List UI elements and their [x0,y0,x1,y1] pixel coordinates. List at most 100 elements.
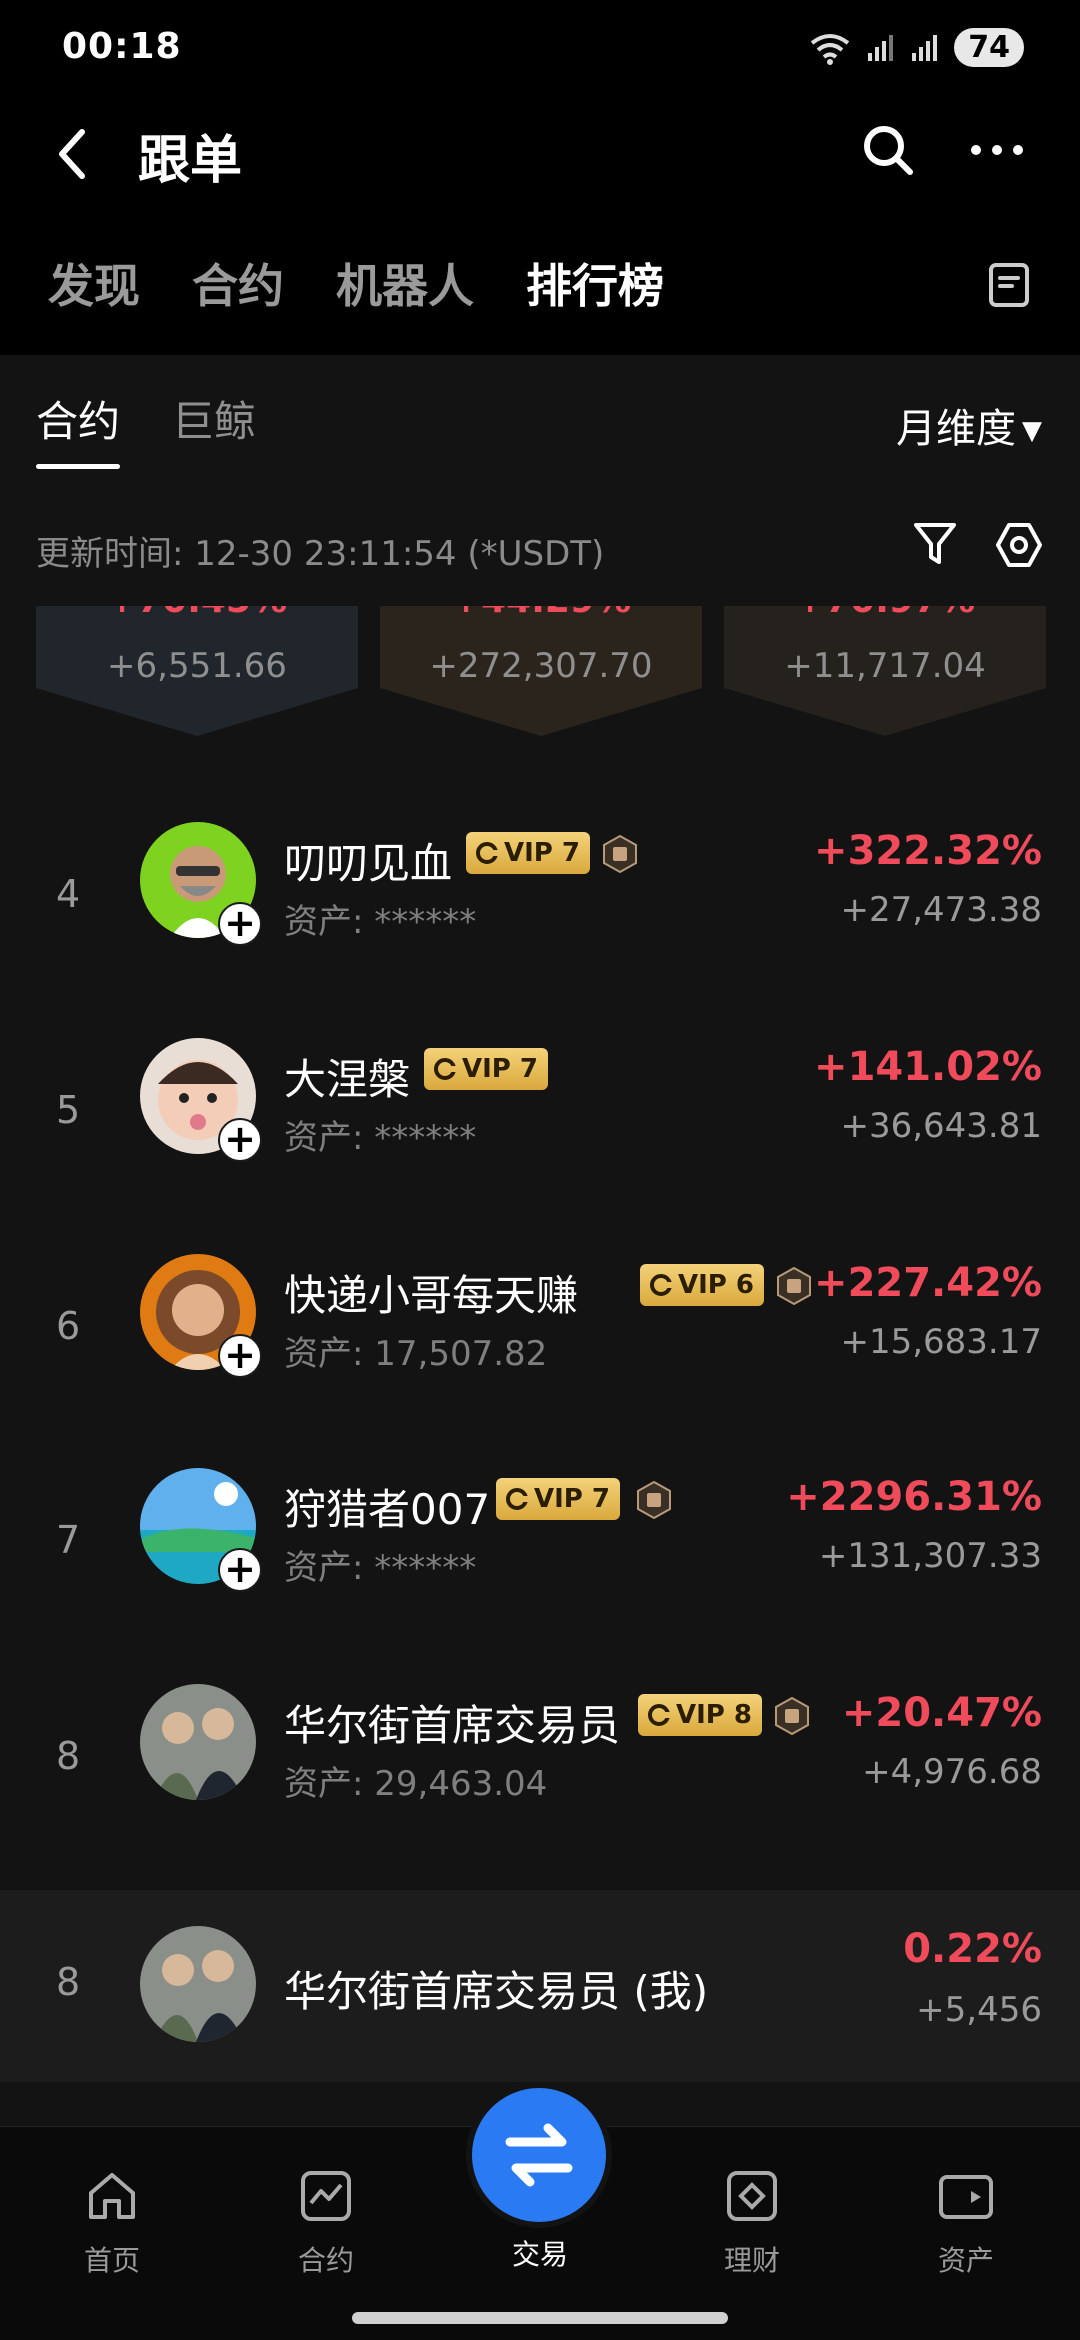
earn-icon [727,2171,777,2221]
rank-number: 6 [56,1304,81,1348]
battery-indicator: 74 [954,28,1024,67]
tab-contract[interactable]: 合约 [192,250,284,316]
avatar[interactable] [140,1684,256,1800]
list-item[interactable]: 6 + 快递小哥每天赚 VIP 6 资产: 17,507.82 +227.42%… [0,1254,1080,1414]
trader-asset: 资产: ****** [284,1118,477,1158]
vip-logo-icon [434,1058,456,1080]
tab-leaderboard[interactable]: 排行榜 [526,250,664,316]
list-item[interactable]: 5 + 大涅槃 VIP 7 资产: ****** +141.02% +36,64… [0,1038,1080,1198]
vip-level: VIP 7 [462,1054,538,1084]
follow-add-button[interactable]: + [218,1118,262,1162]
my-pnl: +5,456 [916,1990,1042,2030]
podium-pnl: +11,717.04 [784,646,986,686]
trader-roi: +227.42% [814,1260,1042,1306]
vip-level: VIP 7 [534,1484,610,1514]
vip-logo-icon [476,842,498,864]
trader-roi: +141.02% [814,1044,1042,1090]
vip-level: VIP 7 [504,838,580,868]
rank-number: 7 [56,1518,81,1562]
status-icons: 74 [808,28,1024,67]
vip-logo-icon [648,1704,670,1726]
trader-pnl: +131,307.33 [818,1536,1042,1576]
tab-robot[interactable]: 机器人 [336,250,474,316]
trader-asset: 资产: 17,507.82 [284,1334,548,1374]
nav-label: 理财 [723,2244,780,2277]
vip-badge: VIP 7 [466,832,590,874]
vip-level: VIP 6 [678,1270,754,1300]
trade-button[interactable] [466,2082,612,2228]
wifi-icon [811,33,850,65]
vip-logo-icon [506,1488,528,1510]
period-label: 月维度 [896,406,1016,452]
subtab-whale[interactable]: 巨鲸 [172,388,256,449]
list-item[interactable]: 8 华尔街首席交易员 VIP 8 资产: 29,463.04 +20.47% +… [0,1684,1080,1844]
main-tabs: 发现 合约 机器人 排行榜 [48,250,664,316]
rank-number: 8 [56,1960,81,2004]
podium-pnl: +6,551.66 [107,646,287,686]
trader-name: 狩猎者007 [284,1485,491,1534]
nav-earn[interactable]: 理财 [672,2167,832,2279]
trader-roi: +20.47% [841,1690,1042,1736]
trader-pnl: +27,473.38 [840,890,1042,930]
follow-add-button[interactable]: + [218,902,262,946]
trader-asset: 资产: ****** [284,902,477,942]
nav-label: 资产 [937,2244,994,2277]
back-icon[interactable] [52,124,92,184]
rank-number: 5 [56,1088,81,1132]
top3-podium: +70.45% +6,551.66 +44.29% +272,307.70 +7… [0,606,1080,736]
podium-card-1[interactable]: +44.29% +272,307.70 [380,606,702,736]
tab-discover[interactable]: 发现 [48,250,140,316]
follow-add-button[interactable]: + [218,1548,262,1592]
trader-asset: 资产: 29,463.04 [284,1764,548,1804]
period-dropdown[interactable]: 月维度 ▼ [896,396,1042,454]
trader-name: 快递小哥每天赚 [284,1271,579,1320]
home-indicator[interactable] [352,2312,728,2324]
trader-pnl: +36,643.81 [840,1106,1042,1146]
my-ranking-row[interactable]: 8 华尔街首席交易员 (我) 0.22% +5,456 [0,1890,1080,2082]
my-name: 华尔街首席交易员 (我) [284,1967,709,2016]
podium-pct: +70.97% [724,606,1046,621]
vip-badge: VIP 7 [424,1048,548,1090]
podium-card-2[interactable]: +70.45% +6,551.66 [36,606,358,736]
nav-label: 首页 [83,2244,140,2277]
nav-home[interactable]: 首页 [32,2167,192,2279]
my-roi: 0.22% [903,1926,1042,1972]
trader-name: 叨叨见血 [284,839,453,888]
vip-badge: VIP 8 [638,1694,762,1736]
chart-icon [301,2171,351,2221]
trader-name: 大涅槃 [284,1055,411,1104]
podium-card-3[interactable]: +70.97% +11,717.04 [724,606,1046,736]
caret-down-icon: ▼ [1022,416,1042,446]
filter-icon[interactable] [912,520,958,568]
signal-icon [868,34,894,61]
avatar[interactable] [140,1926,256,2042]
signal-icon-2 [912,34,938,61]
follow-add-button[interactable]: + [218,1334,262,1378]
subtab-contract[interactable]: 合约 [36,388,120,449]
nav-label: 交易 [511,2238,568,2271]
medal-icon [775,1696,809,1736]
status-time: 00:18 [62,26,182,67]
medal-icon [777,1266,811,1306]
sub-tabs: 合约 巨鲸 [36,388,256,449]
vip-badge: VIP 7 [496,1478,620,1520]
trader-roi: +322.32% [814,828,1042,874]
swap-icon [505,2123,573,2187]
trader-asset: 资产: ****** [284,1548,477,1588]
settings-icon[interactable] [994,520,1044,570]
more-icon[interactable] [970,138,1024,162]
podium-pct: +44.29% [380,606,702,621]
nav-assets[interactable]: 资产 [886,2167,1046,2279]
wallet-icon [939,2175,993,2219]
medal-icon [603,834,637,874]
list-item[interactable]: 4 + 叨叨见血 VIP 7 资产: ****** +322.32% +27,4… [0,822,1080,982]
list-item[interactable]: 7 + 狩猎者007 VIP 7 资产: ****** +2296.31% +1… [0,1468,1080,1628]
trader-pnl: +4,976.68 [862,1752,1042,1792]
vip-badge: VIP 6 [640,1264,764,1306]
document-icon[interactable] [988,262,1030,308]
nav-trade[interactable]: 交易 [460,2233,620,2273]
rank-number: 4 [56,872,81,916]
vip-level: VIP 8 [676,1700,752,1730]
search-icon[interactable] [860,122,916,178]
nav-contract[interactable]: 合约 [246,2167,406,2279]
